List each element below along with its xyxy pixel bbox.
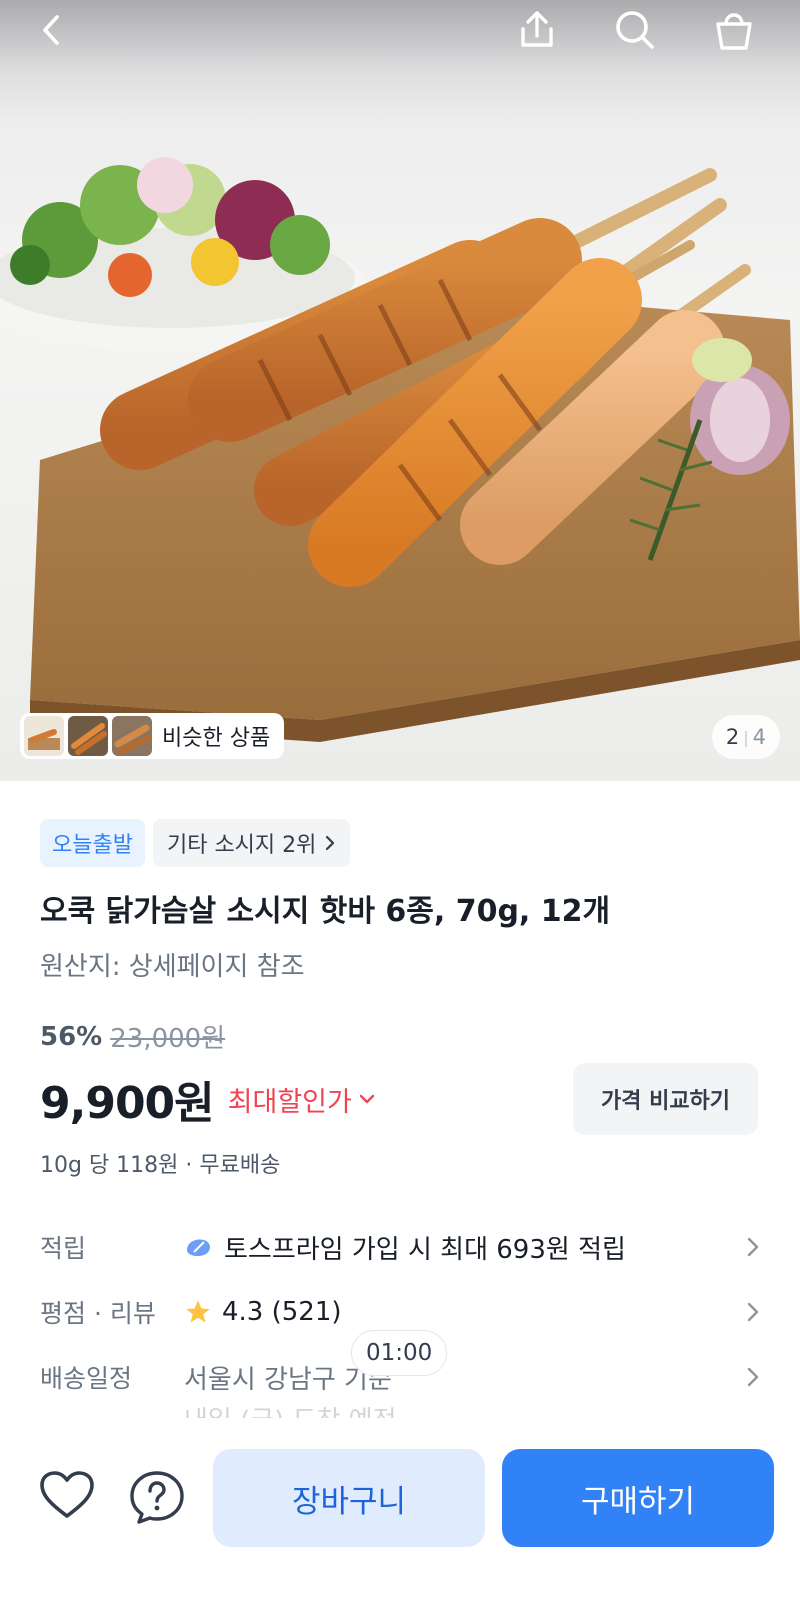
max-discount-toggle[interactable]: 최대할인가 xyxy=(228,1080,376,1119)
rating-value-wrap: 4.3 (521) xyxy=(184,1297,760,1327)
inquiry-button[interactable] xyxy=(128,1469,186,1529)
points-value: 토스프라임 가입 시 최대 693원 적립 xyxy=(224,1234,626,1265)
question-bubble-icon xyxy=(130,1471,184,1524)
points-label: 적립 xyxy=(40,1234,87,1263)
add-to-cart-button[interactable]: 장바구니 xyxy=(213,1449,485,1547)
heart-icon xyxy=(40,1471,94,1518)
chevron-right-icon xyxy=(747,1367,759,1387)
product-origin: 원산지: 상세페이지 참조 xyxy=(40,952,305,982)
shopping-bag-icon xyxy=(716,13,752,50)
category-rank-badge[interactable]: 기타 소시지 2위 xyxy=(152,819,351,867)
product-image-carousel[interactable]: 비슷한 상품 2 | 4 xyxy=(0,0,800,781)
share-icon xyxy=(521,11,553,47)
sale-price: 9,900원 xyxy=(40,1078,215,1129)
chevron-right-icon xyxy=(747,1237,759,1257)
similar-thumb-2 xyxy=(68,716,108,756)
points-row[interactable]: 적립 토스프라임 가입 시 최대 693원 적립 xyxy=(40,1222,760,1272)
search-button[interactable] xyxy=(609,4,661,56)
product-badges: 오늘출발 기타 소시지 2위 xyxy=(40,819,351,867)
image-page-indicator: 2 | 4 xyxy=(711,715,780,759)
discount-row: 56% 23,000원 xyxy=(40,1018,225,1055)
points-value-wrap: 토스프라임 가입 시 최대 693원 적립 xyxy=(184,1229,760,1266)
wishlist-button[interactable] xyxy=(38,1469,96,1525)
share-button[interactable] xyxy=(511,4,563,56)
chevron-down-icon xyxy=(359,1094,375,1104)
page-separator: | xyxy=(743,727,749,747)
shopping-bag-button[interactable] xyxy=(708,4,760,56)
buy-now-button[interactable]: 구매하기 xyxy=(502,1449,774,1547)
shipping-value: 서울시 강남구 기준 xyxy=(184,1364,392,1395)
product-title: 오쿡 닭가슴살 소시지 핫바 6종, 70g, 12개 xyxy=(40,894,611,929)
price-row: 9,900원 최대할인가 xyxy=(40,1067,376,1131)
current-page: 2 xyxy=(725,725,740,749)
total-pages: 4 xyxy=(752,725,766,749)
rating-value: 4.3 (521) xyxy=(222,1297,342,1327)
rating-label: 평점 · 리뷰 xyxy=(40,1299,156,1328)
max-discount-label: 최대할인가 xyxy=(227,1086,352,1118)
toss-prime-icon xyxy=(187,1239,210,1257)
compare-price-button[interactable]: 가격 비교하기 xyxy=(573,1063,758,1135)
back-button[interactable] xyxy=(26,4,78,56)
time-bubble: 01:00 xyxy=(351,1330,448,1376)
unit-price-shipping: 10g 당 118원 · 무료배송 xyxy=(40,1153,281,1178)
star-icon xyxy=(186,1300,210,1323)
today-shipping-badge: 오늘출발 xyxy=(40,819,145,867)
top-navigation xyxy=(0,0,800,60)
similar-thumb-1 xyxy=(24,716,64,756)
similar-thumb-3 xyxy=(112,716,152,756)
original-price: 23,000원 xyxy=(110,1024,226,1054)
discount-percent: 56% xyxy=(40,1021,103,1052)
chevron-left-icon xyxy=(43,15,59,45)
shipping-label: 배송일정 xyxy=(40,1364,133,1393)
search-icon xyxy=(616,11,654,49)
chevron-right-icon xyxy=(326,835,335,851)
category-rank-label: 기타 소시지 2위 xyxy=(166,833,317,858)
similar-products-chip[interactable]: 비슷한 상품 xyxy=(20,713,285,759)
similar-products-label: 비슷한 상품 xyxy=(162,726,271,751)
chevron-right-icon xyxy=(747,1302,759,1322)
